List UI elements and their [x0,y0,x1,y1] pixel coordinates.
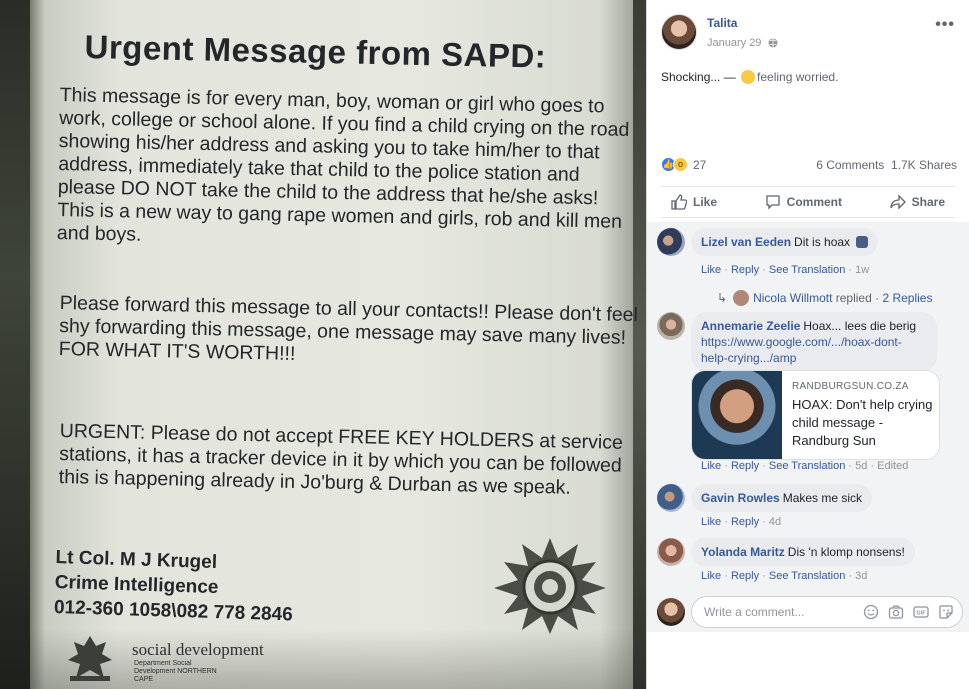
reply-arrow-icon: ↳ [717,291,728,305]
police-emblem-icon [494,538,606,634]
commenter-name[interactable]: Lizel van Eeden [701,235,791,249]
commenter-avatar[interactable] [657,484,685,512]
commenter-name[interactable]: Annemarie Zeelie [701,319,800,333]
comment-meta: Like · Reply · See Translation · 1w [701,264,870,276]
see-translation-link[interactable]: See Translation [769,264,845,276]
panel-footer-space [647,632,969,689]
current-user-avatar [657,598,685,626]
commenter-avatar[interactable] [657,538,685,566]
post-actions: Like Comment Share [661,186,955,218]
reaction-count[interactable]: 27 [693,158,706,172]
comments-section: Lizel van Eeden Dit is hoax Like · Reply … [647,222,969,594]
comment-reply-link[interactable]: Reply [731,570,759,582]
comment-bubble: Annemarie Zeelie Hoax... lees die berig h… [691,312,937,372]
author-avatar[interactable] [661,14,697,50]
link-preview-image [692,371,782,459]
camera-icon[interactable] [888,604,904,620]
share-arrow-icon [889,194,906,210]
comment-text: Makes me sick [782,491,863,505]
comment-meta: Like · Reply · See Translation · 3d [701,570,868,582]
department-name: social development [132,640,264,659]
facebook-post-panel: Talita January 29 ••• Shocking... — feel… [647,0,969,689]
commenter-avatar[interactable] [657,228,685,256]
comment-like-link[interactable]: Like [701,460,721,472]
link-preview-card[interactable]: RANDBURGSUN.CO.ZA HOAX: Don't help cryin… [691,370,940,460]
comments-count[interactable]: 6 Comments [816,158,884,172]
svg-text:GIF: GIF [916,611,926,617]
photo-dark-edge-left [0,0,30,689]
sticker-icon[interactable] [938,604,954,620]
comment-text: Dis 'n klomp nonsens! [787,545,905,559]
author-name[interactable]: Talita [707,16,737,30]
comment-reply-link[interactable]: Reply [731,264,759,276]
comment-bubble: Lizel van Eeden Dit is hoax [691,228,879,256]
comment-link[interactable]: https://www.google.com/.../hoax-dont-hel… [701,335,902,365]
worried-emoji-icon [741,70,756,84]
like-label: Like [693,195,718,209]
notice-paragraph-3: URGENT: Please do not accept FREE KEY HO… [58,420,624,499]
comment-composer: Write a comment... GIF [647,594,969,632]
comment-reply-link[interactable]: Reply [731,460,759,472]
notice-paragraph-2: Please forward this message to all your … [58,292,639,365]
gif-icon[interactable]: GIF [913,604,929,620]
link-preview-title: HOAX: Don't help crying child message - … [792,397,933,448]
comment-bubble: Yolanda Maritz Dis 'n klomp nonsens! [691,538,915,566]
comment-button[interactable]: Comment [759,194,848,210]
shares-count[interactable]: 1.7K Shares [891,158,957,172]
write-comment-placeholder: Write a comment... [704,605,805,619]
thumbs-up-icon [671,194,687,210]
department-subtitle: Department Social Development NORTHERN C… [134,660,217,683]
emoji-icon[interactable] [863,604,879,620]
globe-icon [768,38,778,48]
post-text-body: Shocking... — [661,70,736,84]
post-photo[interactable]: Urgent Message from SAPD: This message i… [0,0,647,689]
wow-reaction-icon[interactable]: o [673,157,688,172]
replier-avatar [733,290,750,306]
comment-meta: Like · Reply · 4d [701,516,782,528]
comment-label: Comment [786,195,842,209]
comment-bubble-icon [766,195,780,210]
paper-shadow [30,629,633,689]
police-officer-emoji-icon [856,236,869,248]
share-label: Share [911,195,945,209]
comment-reply-link[interactable]: Reply [731,516,759,528]
post-stats: 6 Comments 1.7K Shares [816,158,957,172]
post-feeling[interactable]: feeling worried. [757,70,838,84]
comment-time[interactable]: 3d [855,570,867,582]
comment-bubble: Gavin Rowles Makes me sick [691,484,873,512]
comment-time[interactable]: 5d [855,460,867,472]
comment-like-link[interactable]: Like [701,570,721,582]
replies-summary[interactable]: ↳ Nicola Willmott replied · 2 Replies [717,290,932,306]
write-comment-input[interactable]: Write a comment... GIF [691,596,963,628]
post-header: Talita January 29 ••• [661,14,961,54]
comment-like-link[interactable]: Like [701,516,721,528]
post-text: Shocking... — feeling worried. [661,70,838,84]
commenter-name[interactable]: Gavin Rowles [701,491,780,505]
post-date[interactable]: January 29 [707,37,761,49]
comment-meta: Like · Reply · See Translation · 5d · Ed… [701,460,909,472]
more-options-icon[interactable]: ••• [935,16,955,34]
comment-time[interactable]: 1w [855,264,869,276]
reactions-bar: 👍 o 27 6 Comments 1.7K Shares [661,157,957,173]
like-button[interactable]: Like [665,194,723,210]
comment-time[interactable]: 4d [769,516,781,528]
comment-like-link[interactable]: Like [701,264,721,276]
notice-title: Urgent Message from SAPD: [84,28,547,75]
coat-of-arms-icon [68,636,112,681]
replied-verb: replied [835,291,872,305]
replier-name[interactable]: Nicola Willmott [753,291,832,305]
commenter-name[interactable]: Yolanda Maritz [701,545,785,559]
composer-icons: GIF [863,604,954,620]
see-translation-link[interactable]: See Translation [769,460,845,472]
edited-label: Edited [877,460,909,472]
comment-text: Hoax... lees die berig [803,319,917,333]
notice-paragraph-1: This message is for every man, boy, woma… [56,84,630,246]
share-button[interactable]: Share [884,194,951,210]
see-translation-link[interactable]: See Translation [769,570,845,582]
replies-count[interactable]: 2 Replies [882,291,932,305]
notice-signature: Lt Col. M J Krugel Crime Intelligence 01… [54,545,356,629]
link-preview-domain: RANDBURGSUN.CO.ZA [792,381,909,392]
commenter-avatar[interactable] [657,312,685,340]
comment-text: Dit is hoax [794,235,851,249]
